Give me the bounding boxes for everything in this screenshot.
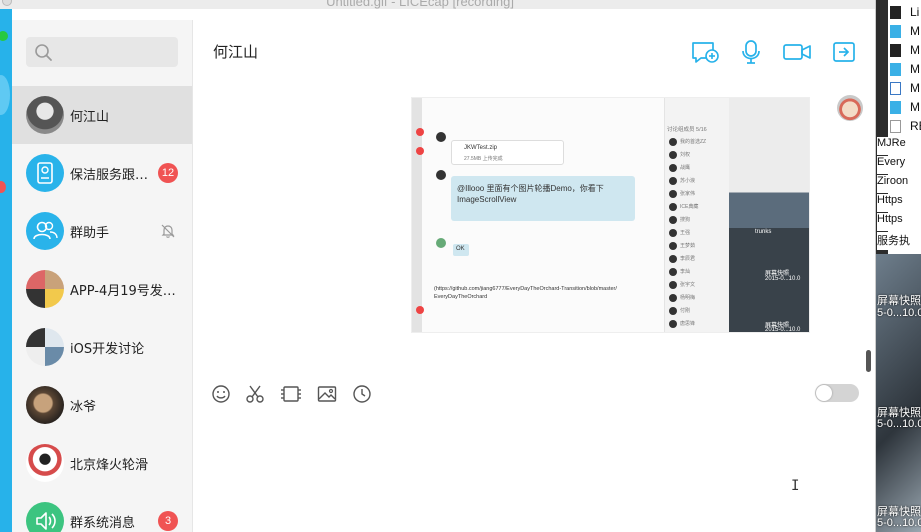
search-input[interactable] (26, 37, 178, 67)
embedded-message-text: @Illooo 里面有个图片轮播Demo，你看下 ImageScrollView (457, 184, 604, 204)
embedded-desktop-label: 2015-0...10.0 (765, 276, 801, 282)
emoji-icon[interactable] (211, 384, 231, 404)
finder-row[interactable]: M (888, 60, 921, 79)
document-icon (890, 82, 901, 95)
avatar (26, 154, 64, 192)
chat-name: 何江山 (70, 110, 110, 125)
finder-row[interactable]: M (888, 22, 921, 41)
chat-name: 北京烽火轮滑 (70, 458, 149, 473)
embedded-desktop-label: 2015-0...10.0 (765, 327, 801, 333)
finder-row[interactable]: M (888, 79, 921, 98)
message-scrollbar-thumb[interactable] (866, 350, 871, 372)
finder-row[interactable]: RE (888, 117, 921, 136)
embedded-avatar (436, 170, 446, 180)
desktop-photo-label: 5-0...10.0 (877, 517, 921, 529)
document-icon (890, 120, 901, 133)
chat-sidebar: 何江山 保洁服务跟… 12 群助手 APP-4月19号发… iOS开发讨论 冰爷… (12, 20, 193, 532)
video-call-icon[interactable] (782, 39, 812, 65)
document-icon (890, 6, 901, 19)
embedded-red-dot (416, 147, 424, 155)
scissors-icon[interactable] (245, 384, 265, 404)
chat-item-beijing-skating[interactable]: 北京烽火轮滑 (12, 434, 192, 492)
search-icon (35, 44, 52, 61)
embedded-avatar (436, 238, 446, 248)
folder-icon (890, 25, 901, 38)
desktop-item[interactable]: Ziroon (877, 175, 921, 193)
avatar (26, 328, 64, 366)
chat-list: 何江山 保洁服务跟… 12 群助手 APP-4月19号发… iOS开发讨论 冰爷… (12, 86, 192, 532)
voice-toggle[interactable] (815, 384, 859, 402)
chat-item-app-group[interactable]: APP-4月19号发… (12, 260, 192, 318)
chat-name: APP-4月19号发… (70, 284, 176, 299)
speaker-icon (36, 512, 56, 530)
desktop-finder-strip: Li M M M M M RE MJRe Every Ziroon Https … (875, 0, 921, 532)
unread-badge: 12 (158, 163, 178, 183)
window-titlebar: Untitled.gif - LICEcap [recording] (0, 0, 921, 9)
contact-card-icon (37, 162, 53, 184)
chat-item-hejiangshan[interactable]: 何江山 (12, 86, 192, 144)
avatar (26, 212, 64, 250)
finder-row[interactable]: Li (888, 3, 921, 22)
document-icon (890, 44, 901, 57)
embedded-file-bubble: JKWTest.zip 27.5MB 上传完成 (451, 140, 564, 165)
chat-name: iOS开发讨论 (70, 342, 145, 357)
finder-row[interactable]: M (888, 98, 921, 117)
avatar (26, 444, 64, 482)
image-icon[interactable] (317, 384, 337, 404)
embedded-desktop: trunks 屏幕快照 2015-0...10.0 屏幕快照 2015-0...… (729, 98, 809, 333)
app-left-strip (0, 9, 12, 532)
profile-avatar-partial[interactable] (0, 75, 10, 115)
chat-item-cleaning-service[interactable]: 保洁服务跟… 12 (12, 144, 192, 202)
unread-badge: 3 (158, 511, 178, 531)
avatar (26, 502, 64, 532)
embedded-avatar (436, 132, 446, 142)
mute-bell-icon (161, 224, 175, 238)
video-clip-icon[interactable] (280, 384, 302, 404)
strip-notification-badge (0, 181, 6, 193)
self-avatar[interactable] (837, 95, 863, 121)
desktop-item[interactable]: 服务执 (877, 232, 921, 250)
embedded-file-meta: 27.5MB 上传完成 (464, 156, 503, 162)
desktop-item[interactable]: Https (877, 213, 921, 231)
new-chat-icon[interactable] (690, 39, 720, 65)
screenshot-image-message[interactable]: JKWTest.zip 27.5MB 上传完成 @Illooo 里面有个图片轮播… (411, 97, 810, 333)
embedded-file-name: JKWTest.zip (464, 145, 498, 151)
desktop-photo-label: 屏幕快照 (877, 295, 921, 307)
desktop-item[interactable]: Https (877, 194, 921, 212)
embedded-link-text: (https://github.com/jiang6777/EveryDayTh… (434, 286, 617, 300)
avatar (26, 270, 64, 308)
folder-icon (890, 101, 901, 114)
conversation-title: 何江山 (213, 43, 259, 61)
embedded-desktop-label: trunks (755, 229, 772, 235)
toggle-knob (816, 385, 832, 401)
embedded-red-dot (416, 128, 424, 136)
embedded-members-header: 讨论组成员 5/16 (667, 127, 707, 133)
text-cursor-icon: I (791, 478, 800, 494)
avatar (26, 386, 64, 424)
embedded-reply-text: OK (456, 246, 465, 252)
chat-item-ios-dev[interactable]: iOS开发讨论 (12, 318, 192, 376)
history-icon[interactable] (352, 384, 372, 404)
folder-icon (890, 63, 901, 76)
share-icon[interactable] (831, 39, 857, 65)
embedded-chat-panel: JKWTest.zip 27.5MB 上传完成 @Illooo 里面有个图片轮播… (412, 98, 664, 332)
microphone-icon[interactable] (740, 39, 762, 65)
chat-item-group-assistant[interactable]: 群助手 (12, 202, 192, 260)
embedded-reply-bubble: OK (453, 244, 469, 256)
desktop-photo-label: 5-0...10.0 (877, 418, 921, 430)
desktop-item[interactable]: Every (877, 156, 921, 174)
embedded-message-bubble: @Illooo 里面有个图片轮播Demo，你看下 ImageScrollView (451, 176, 635, 221)
chat-item-bingye[interactable]: 冰爷 (12, 376, 192, 434)
online-status-dot (0, 31, 8, 41)
group-icon (33, 221, 58, 240)
chat-item-group-system-messages[interactable]: 群系统消息 3 (12, 492, 192, 532)
embedded-member-list: 讨论组成员 5/16 我的首选ZZ 刘权 战鹰 苏小浪 张家伟 ICE典藏 搜狗… (664, 98, 729, 332)
avatar (26, 96, 64, 134)
chat-name: 冰爷 (70, 400, 97, 415)
desktop-photo-label: 5-0...10.0 (877, 307, 921, 319)
window-title: Untitled.gif - LICEcap [recording] (326, 0, 514, 9)
desktop-item[interactable]: MJRe (877, 137, 921, 155)
finder-row[interactable]: M (888, 41, 921, 60)
embedded-red-dot (416, 306, 424, 314)
